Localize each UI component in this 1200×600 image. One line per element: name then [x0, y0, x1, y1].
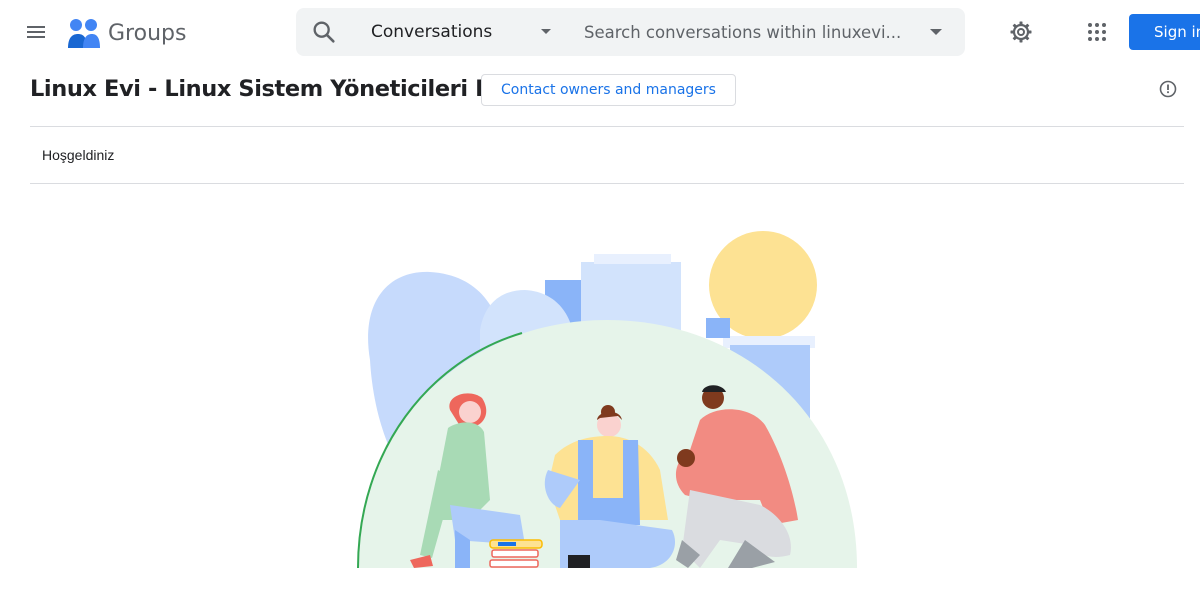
info-icon[interactable] [1156, 77, 1180, 101]
app-name: Groups [108, 20, 187, 46]
settings-button[interactable] [1001, 12, 1041, 52]
welcome-illustration [357, 231, 857, 568]
caret-down-icon [541, 29, 551, 34]
google-apps-button[interactable] [1077, 12, 1117, 52]
search-icon[interactable] [310, 18, 338, 46]
apps-grid-icon [1088, 23, 1106, 41]
menu-icon [27, 26, 45, 38]
search-bar: Conversations [296, 8, 965, 56]
groups-logo-icon [68, 19, 100, 48]
divider [30, 183, 1184, 184]
search-scope-dropdown[interactable]: Conversations [358, 8, 564, 56]
welcome-message: Hoşgeldiniz [42, 147, 115, 163]
divider [30, 126, 1184, 127]
search-options-caret-icon[interactable] [922, 24, 950, 40]
books-stack [489, 539, 543, 568]
search-scope-label: Conversations [371, 22, 493, 42]
contact-owners-button[interactable]: Contact owners and managers [481, 74, 736, 106]
main-menu-button[interactable] [16, 12, 56, 52]
top-app-bar: Groups Conversations Search conversation… [0, 0, 1200, 64]
gear-icon [1010, 21, 1032, 43]
sign-in-button[interactable]: Sign in [1129, 14, 1200, 50]
groups-logo[interactable]: Groups [66, 16, 186, 50]
search-input[interactable] [576, 8, 906, 56]
